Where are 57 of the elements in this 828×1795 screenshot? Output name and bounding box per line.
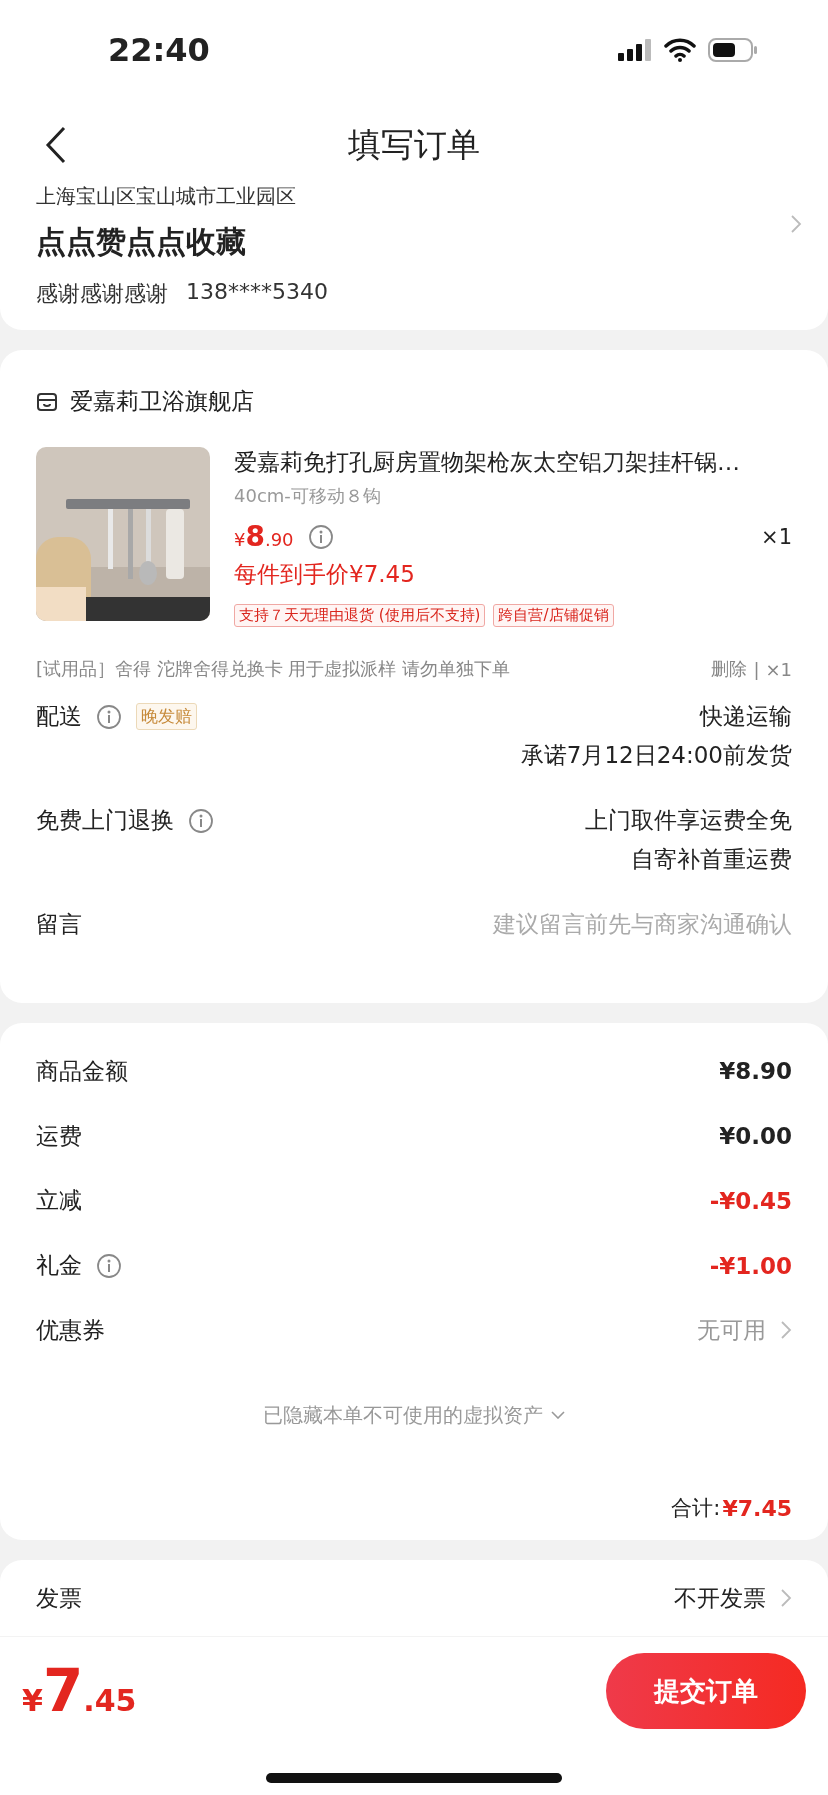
gift-item-text: [试用品］舍得 沱牌舍得兑换卡 用于虚拟派样 请勿单独下单 xyxy=(36,657,511,681)
invoice-label: 发票 xyxy=(36,1583,82,1613)
address-name: 点点赞点点收藏 xyxy=(36,223,246,261)
address-line: 上海宝山区宝山城市工业园区 xyxy=(36,184,296,208)
fee-label: 立减 xyxy=(36,1186,82,1216)
delete-link[interactable]: 删除 xyxy=(711,657,748,681)
recipient-phone: 138****5340 xyxy=(186,279,328,306)
chevron-right-icon xyxy=(780,1588,792,1608)
total-value: ¥7.45 xyxy=(722,1495,792,1521)
fee-value: -¥0.45 xyxy=(709,1187,792,1214)
service-value: 快递运输 xyxy=(700,702,792,731)
fee-value[interactable]: 无可用 xyxy=(697,1314,766,1346)
fee-label: 优惠券 xyxy=(36,1315,105,1345)
total-price: ¥7.45 xyxy=(22,1657,137,1725)
gift-quantity: ×1 xyxy=(765,658,792,680)
back-icon[interactable] xyxy=(44,126,68,164)
product-spec: 40cm-可移动８钩 xyxy=(234,484,382,508)
fee-value: ¥8.90 xyxy=(719,1058,792,1085)
chevron-right-icon xyxy=(790,213,802,234)
product-title[interactable]: 爱嘉莉免打孔厨房置物架枪灰太空铝刀架挂杆锅… xyxy=(234,447,792,478)
wifi-icon xyxy=(664,38,696,62)
store-icon xyxy=(36,390,58,413)
hidden-assets-toggle[interactable]: 已隐藏本单不可使用的虚拟资产 xyxy=(263,1402,543,1429)
separator: | xyxy=(753,658,760,680)
service-label: 留言 xyxy=(36,910,82,939)
service-label: 免费上门退换 xyxy=(36,806,174,835)
signal-icon xyxy=(618,39,652,61)
chevron-down-icon xyxy=(551,1411,565,1420)
service-label: 配送 xyxy=(36,702,82,731)
service-value: 承诺7月12日24:00前发货 xyxy=(520,741,792,770)
submit-order-button[interactable]: 提交订单 xyxy=(606,1653,806,1729)
invoice-value[interactable]: 不开发票 xyxy=(674,1582,766,1614)
product-quantity: ×1 xyxy=(761,524,792,549)
fee-value: ¥0.00 xyxy=(719,1123,792,1150)
product-price: ¥8.90 xyxy=(234,520,294,553)
battery-icon xyxy=(708,38,758,62)
message-field[interactable]: 建议留言前先与商家沟通确认 xyxy=(493,909,792,940)
late-compensation-badge: 晚发赔 xyxy=(136,703,197,730)
promo-price: 每件到手价¥7.45 xyxy=(234,560,416,589)
info-icon[interactable] xyxy=(96,1252,122,1279)
info-icon[interactable] xyxy=(96,703,122,730)
service-value: 上门取件享运费全免 xyxy=(585,806,792,835)
fee-label: 商品金额 xyxy=(36,1056,128,1086)
recipient-name: 感谢感谢感谢 xyxy=(36,280,168,308)
service-tag: 支持７天无理由退货 (使用后不支持) xyxy=(234,604,486,627)
service-tag: 跨自营/店铺促销 xyxy=(493,604,614,627)
service-value: 自寄补首重运费 xyxy=(631,845,792,874)
fee-value: -¥1.00 xyxy=(709,1252,792,1279)
info-icon[interactable] xyxy=(188,807,214,834)
status-time: 22:40 xyxy=(108,31,210,69)
page-title: 填写订单 xyxy=(348,123,480,166)
store-name[interactable]: 爱嘉莉卫浴旗舰店 xyxy=(70,386,254,417)
total-label: 合计: xyxy=(671,1495,721,1523)
chevron-right-icon xyxy=(780,1320,792,1341)
fee-label: 运费 xyxy=(36,1121,82,1151)
fee-label: 礼金 xyxy=(36,1251,82,1281)
info-icon[interactable] xyxy=(307,523,334,550)
